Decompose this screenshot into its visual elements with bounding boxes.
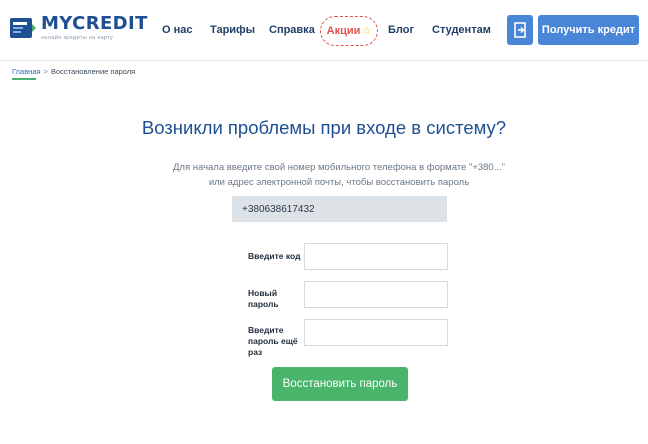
- intro-line-1: Для начала введите свой номер мобильного…: [172, 162, 506, 173]
- brand-name: MYCREDIT: [41, 13, 148, 34]
- intro-line-2: или адрес электронной почты, чтобы восст…: [208, 177, 470, 188]
- nav-item-about[interactable]: О нас: [162, 0, 193, 61]
- breadcrumb-current: Восстановление пароля: [50, 67, 136, 76]
- site-header: MYCREDIT онлайн кредиты на карту О нас Т…: [0, 0, 648, 61]
- restore-password-button[interactable]: Восстановить пароль: [272, 367, 408, 401]
- nav-item-tariffs[interactable]: Тарифы: [210, 0, 255, 61]
- repeat-password-label-line-1: Введите: [248, 325, 284, 335]
- nav-item-promotions[interactable]: Акции ☆: [320, 16, 378, 46]
- code-label: Введите код: [248, 251, 301, 261]
- breadcrumb-separator: >: [43, 67, 48, 76]
- login-button[interactable]: [507, 15, 533, 45]
- code-input[interactable]: [304, 243, 448, 270]
- repeat-password-label-line-3: раз: [248, 347, 263, 357]
- repeat-password-input[interactable]: [304, 319, 448, 346]
- repeat-password-label-line-2: пароль ещё: [248, 336, 298, 346]
- page-title: Возникли проблемы при входе в систему?: [141, 117, 507, 138]
- get-credit-button[interactable]: Получить кредит: [538, 15, 639, 45]
- brand-tagline: онлайн кредиты на карту: [41, 35, 114, 41]
- new-password-label: Новый пароль: [248, 288, 279, 310]
- promo-label: Акции: [326, 25, 361, 37]
- new-password-label-line-1: Новый: [248, 288, 278, 298]
- breadcrumb: Главная > Восстановление пароля: [12, 67, 135, 76]
- repeat-password-label: Введите пароль ещё раз: [248, 325, 298, 358]
- star-icon: ☆: [362, 26, 372, 37]
- breadcrumb-underline: [12, 78, 36, 80]
- breadcrumb-home-link[interactable]: Главная: [12, 67, 41, 76]
- logo[interactable]: MYCREDIT онлайн кредиты на карту: [10, 12, 147, 48]
- intro-text: Для начала введите свой номер мобильного…: [0, 160, 648, 190]
- nav-item-blog[interactable]: Блог: [388, 0, 414, 61]
- nav-item-students[interactable]: Студентам: [432, 0, 491, 61]
- login-icon: [514, 22, 526, 38]
- nav-item-help[interactable]: Справка: [269, 0, 315, 61]
- new-password-label-line-2: пароль: [248, 299, 279, 309]
- new-password-input[interactable]: [304, 281, 448, 308]
- card-logo-icon: [10, 18, 36, 38]
- phone-input[interactable]: [232, 196, 447, 222]
